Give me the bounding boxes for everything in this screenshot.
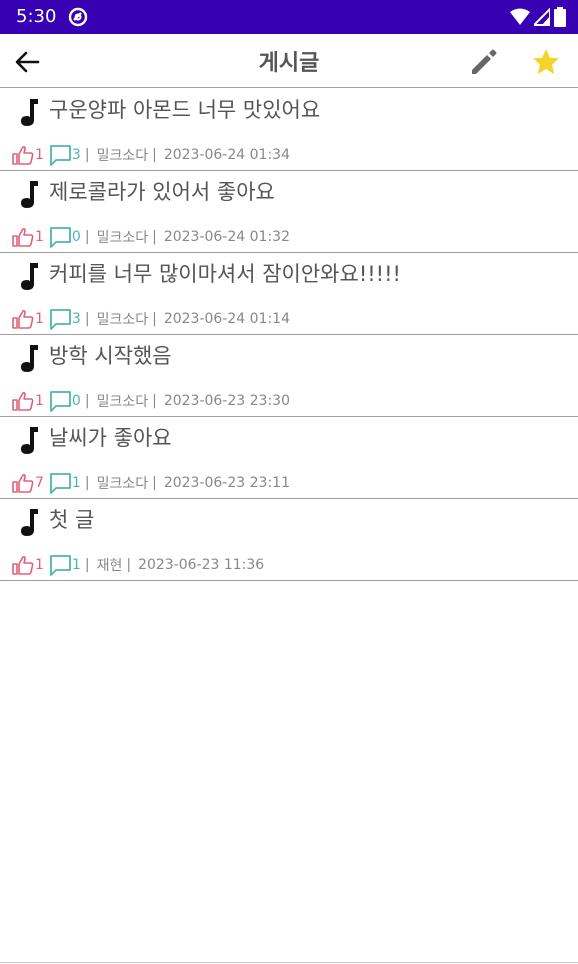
- like-count: 7: [35, 475, 44, 491]
- separator: |: [152, 475, 157, 491]
- post-author: 밀크소다: [96, 312, 149, 328]
- post-item[interactable]: 첫 글 1 1 | 재현 | 2023-06-23 11:36: [0, 499, 578, 581]
- battery-icon: [554, 7, 566, 27]
- post-meta: 7 1 | 밀크소다 | 2023-06-23 23:11: [12, 472, 290, 494]
- bottom-divider: [0, 962, 578, 963]
- post-meta: 1 3 | 밀크소다 | 2023-06-24 01:34: [12, 144, 290, 166]
- thumbs-up-icon[interactable]: [12, 145, 34, 165]
- separator: |: [152, 147, 157, 163]
- app-bar: 게시글: [0, 34, 578, 88]
- post-date: 2023-06-23 23:30: [163, 393, 290, 409]
- music-note-icon: [21, 263, 38, 290]
- post-meta: 1 0 | 밀크소다 | 2023-06-23 23:30: [12, 390, 290, 412]
- separator: |: [84, 393, 90, 409]
- post-author: 밀크소다: [96, 394, 149, 410]
- comment-icon[interactable]: [49, 554, 72, 576]
- post-title: 방학 시작했음: [49, 344, 172, 368]
- thumbs-up-icon[interactable]: [12, 473, 34, 493]
- post-author: 밀크소다: [96, 476, 149, 492]
- post-item[interactable]: 구운양파 아몬드 너무 맛있어요 1 3 | 밀크소다 | 2023-06-24…: [0, 89, 578, 171]
- post-author: 밀크소다: [96, 148, 149, 164]
- wifi-icon: [510, 8, 530, 25]
- comment-icon[interactable]: [49, 308, 72, 330]
- status-icons: [510, 7, 566, 27]
- thumbs-up-icon[interactable]: [12, 391, 34, 411]
- comment-icon[interactable]: [49, 226, 72, 248]
- post-date: 2023-06-24 01:14: [163, 311, 290, 327]
- post-date: 2023-06-24 01:34: [163, 147, 290, 163]
- post-title: 첫 글: [49, 508, 95, 532]
- separator: |: [84, 557, 90, 573]
- post-item[interactable]: 커피를 너무 많이마셔서 잠이안와요!!!!! 1 3 | 밀크소다 | 202…: [0, 253, 578, 335]
- music-note-icon: [21, 345, 38, 372]
- thumbs-up-icon[interactable]: [12, 227, 34, 247]
- thumbs-up-icon[interactable]: [12, 555, 34, 575]
- post-meta: 1 3 | 밀크소다 | 2023-06-24 01:14: [12, 308, 290, 330]
- app-notification-icon: [68, 7, 88, 27]
- separator: |: [152, 393, 157, 409]
- comment-count: 1: [71, 557, 81, 573]
- post-item[interactable]: 제로콜라가 있어서 좋아요 1 0 | 밀크소다 | 2023-06-24 01…: [0, 171, 578, 253]
- pencil-icon[interactable]: [468, 46, 500, 78]
- status-time: 5:30: [16, 6, 57, 27]
- music-note-icon: [21, 427, 38, 454]
- post-title: 제로콜라가 있어서 좋아요: [49, 180, 275, 204]
- separator: |: [84, 475, 90, 491]
- status-bar: 5:30: [0, 0, 578, 34]
- like-count: 1: [35, 147, 44, 163]
- post-meta: 1 1 | 재현 | 2023-06-23 11:36: [12, 554, 264, 576]
- post-item[interactable]: 방학 시작했음 1 0 | 밀크소다 | 2023-06-23 23:30: [0, 335, 578, 417]
- post-title: 구운양파 아몬드 너무 맛있어요: [49, 98, 321, 122]
- post-date: 2023-06-24 01:32: [163, 229, 290, 245]
- comment-icon[interactable]: [49, 472, 72, 494]
- post-author: 밀크소다: [96, 230, 149, 246]
- separator: |: [84, 229, 90, 245]
- music-note-icon: [21, 181, 38, 208]
- post-meta: 1 0 | 밀크소다 | 2023-06-24 01:32: [12, 226, 290, 248]
- comment-count: 1: [71, 475, 81, 491]
- comment-count: 3: [71, 311, 81, 327]
- thumbs-up-icon[interactable]: [12, 309, 34, 329]
- post-date: 2023-06-23 11:36: [138, 557, 265, 573]
- separator: |: [126, 557, 132, 573]
- comment-icon[interactable]: [49, 144, 72, 166]
- signal-icon: [534, 8, 550, 26]
- separator: |: [152, 311, 157, 327]
- like-count: 1: [35, 393, 44, 409]
- post-item[interactable]: 날씨가 좋아요 7 1 | 밀크소다 | 2023-06-23 23:11: [0, 417, 578, 499]
- music-note-icon: [21, 99, 38, 126]
- comment-count: 0: [71, 393, 81, 409]
- separator: |: [84, 311, 90, 327]
- comment-count: 3: [71, 147, 81, 163]
- like-count: 1: [35, 311, 44, 327]
- comment-count: 0: [71, 229, 81, 245]
- separator: |: [84, 147, 90, 163]
- post-list: 구운양파 아몬드 너무 맛있어요 1 3 | 밀크소다 | 2023-06-24…: [0, 89, 578, 581]
- post-title: 날씨가 좋아요: [49, 426, 172, 450]
- separator: |: [152, 229, 157, 245]
- star-icon[interactable]: [530, 46, 562, 78]
- comment-icon[interactable]: [49, 390, 72, 412]
- like-count: 1: [35, 557, 44, 573]
- post-date: 2023-06-23 23:11: [163, 475, 290, 491]
- like-count: 1: [35, 229, 44, 245]
- post-author: 재현: [96, 558, 123, 574]
- music-note-icon: [21, 509, 38, 536]
- post-title: 커피를 너무 많이마셔서 잠이안와요!!!!!: [49, 262, 401, 286]
